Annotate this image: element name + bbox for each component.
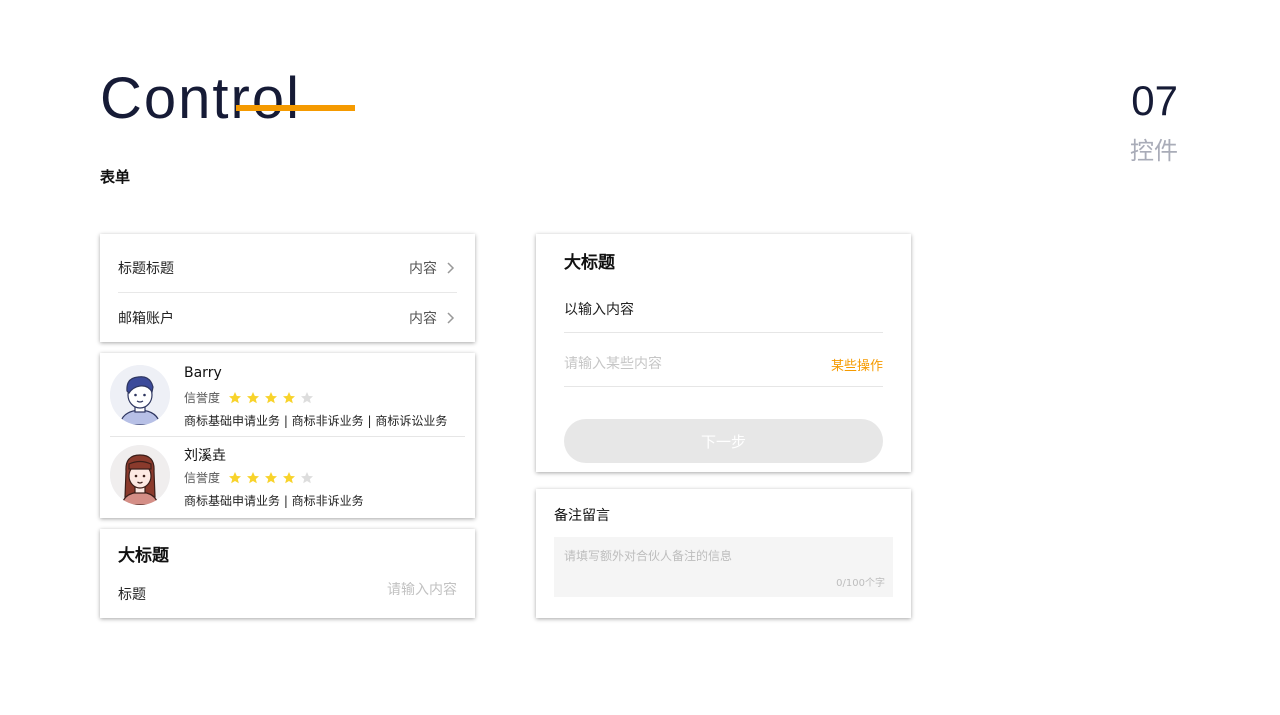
star-icon bbox=[301, 391, 314, 403]
person-tags: 商标基础申请业务 | 商标非诉业务 | 商标诉讼业务 bbox=[184, 414, 448, 428]
person-tags: 商标基础申请业务 | 商标非诉业务 bbox=[184, 494, 364, 508]
input-card: 大标题 标题 bbox=[100, 529, 475, 618]
note-textarea[interactable] bbox=[564, 547, 884, 577]
list-card: 标题标题 内容 邮箱账户 内容 bbox=[100, 234, 475, 342]
rating-label: 信誉度 bbox=[184, 471, 221, 485]
filled-input-field[interactable]: 以输入内容 bbox=[564, 288, 883, 333]
action-link[interactable]: 某些操作 bbox=[831, 355, 883, 374]
page-subtitle: 控件 bbox=[1130, 137, 1178, 165]
rating-label: 信誉度 bbox=[184, 391, 221, 405]
star-icon bbox=[265, 471, 278, 483]
title-accent-bar bbox=[236, 105, 355, 111]
field-label: 标题 bbox=[118, 587, 146, 603]
list-row-value: 内容 bbox=[409, 261, 437, 277]
card-title: 大标题 bbox=[564, 253, 615, 273]
card-title: 备注留言 bbox=[554, 508, 610, 524]
chevron-right-icon bbox=[447, 262, 455, 274]
action-input-row: 某些操作 bbox=[564, 342, 883, 387]
rating-row: 信誉度 bbox=[184, 469, 314, 486]
page-title: Control bbox=[100, 66, 301, 131]
star-icon bbox=[301, 471, 314, 483]
star-icon bbox=[229, 391, 242, 403]
list-row-title[interactable]: 标题标题 内容 bbox=[118, 244, 457, 293]
card-title: 大标题 bbox=[118, 546, 169, 566]
list-row-label: 标题标题 bbox=[118, 261, 174, 277]
star-icon bbox=[265, 391, 278, 403]
list-row-email[interactable]: 邮箱账户 内容 bbox=[118, 293, 457, 342]
male-avatar-icon bbox=[110, 365, 170, 425]
content-input[interactable] bbox=[564, 356, 784, 372]
star-icon bbox=[247, 471, 260, 483]
char-counter: 0/100个字 bbox=[836, 578, 885, 589]
star-icon bbox=[247, 391, 260, 403]
person-name: 刘溪垚 bbox=[184, 448, 226, 464]
next-step-button[interactable]: 下一步 bbox=[564, 419, 883, 463]
rating-stars bbox=[228, 471, 314, 485]
person-item[interactable]: 刘溪垚 信誉度 商标基础申请业务 | 商标非诉业务 bbox=[110, 437, 465, 517]
star-icon bbox=[283, 391, 296, 403]
star-icon bbox=[229, 471, 242, 483]
title-input[interactable] bbox=[277, 582, 457, 598]
person-item[interactable]: Barry 信誉度 商标基础申请业务 | 商标非诉业务 | 商标诉讼业务 bbox=[110, 357, 465, 437]
note-area: 0/100个字 bbox=[554, 537, 893, 597]
note-card: 备注留言 0/100个字 bbox=[536, 489, 911, 618]
rating-row: 信誉度 bbox=[184, 389, 314, 406]
chevron-right-icon bbox=[447, 311, 455, 324]
list-row-value: 内容 bbox=[409, 310, 437, 327]
list-row-label: 邮箱账户 bbox=[118, 310, 174, 327]
form-card: 大标题 以输入内容 某些操作 下一步 bbox=[536, 234, 911, 472]
people-card: Barry 信誉度 商标基础申请业务 | 商标非诉业务 | 商标诉讼业务 刘溪垚… bbox=[100, 353, 475, 518]
star-icon bbox=[283, 471, 296, 483]
page-number: 07 bbox=[1131, 77, 1178, 124]
section-title: 表单 bbox=[100, 168, 131, 186]
list-row-right: 内容 bbox=[409, 308, 457, 328]
list-row-right: 内容 bbox=[409, 258, 457, 278]
rating-stars bbox=[228, 391, 314, 405]
female-avatar-icon bbox=[110, 445, 170, 505]
person-name: Barry bbox=[184, 365, 222, 381]
